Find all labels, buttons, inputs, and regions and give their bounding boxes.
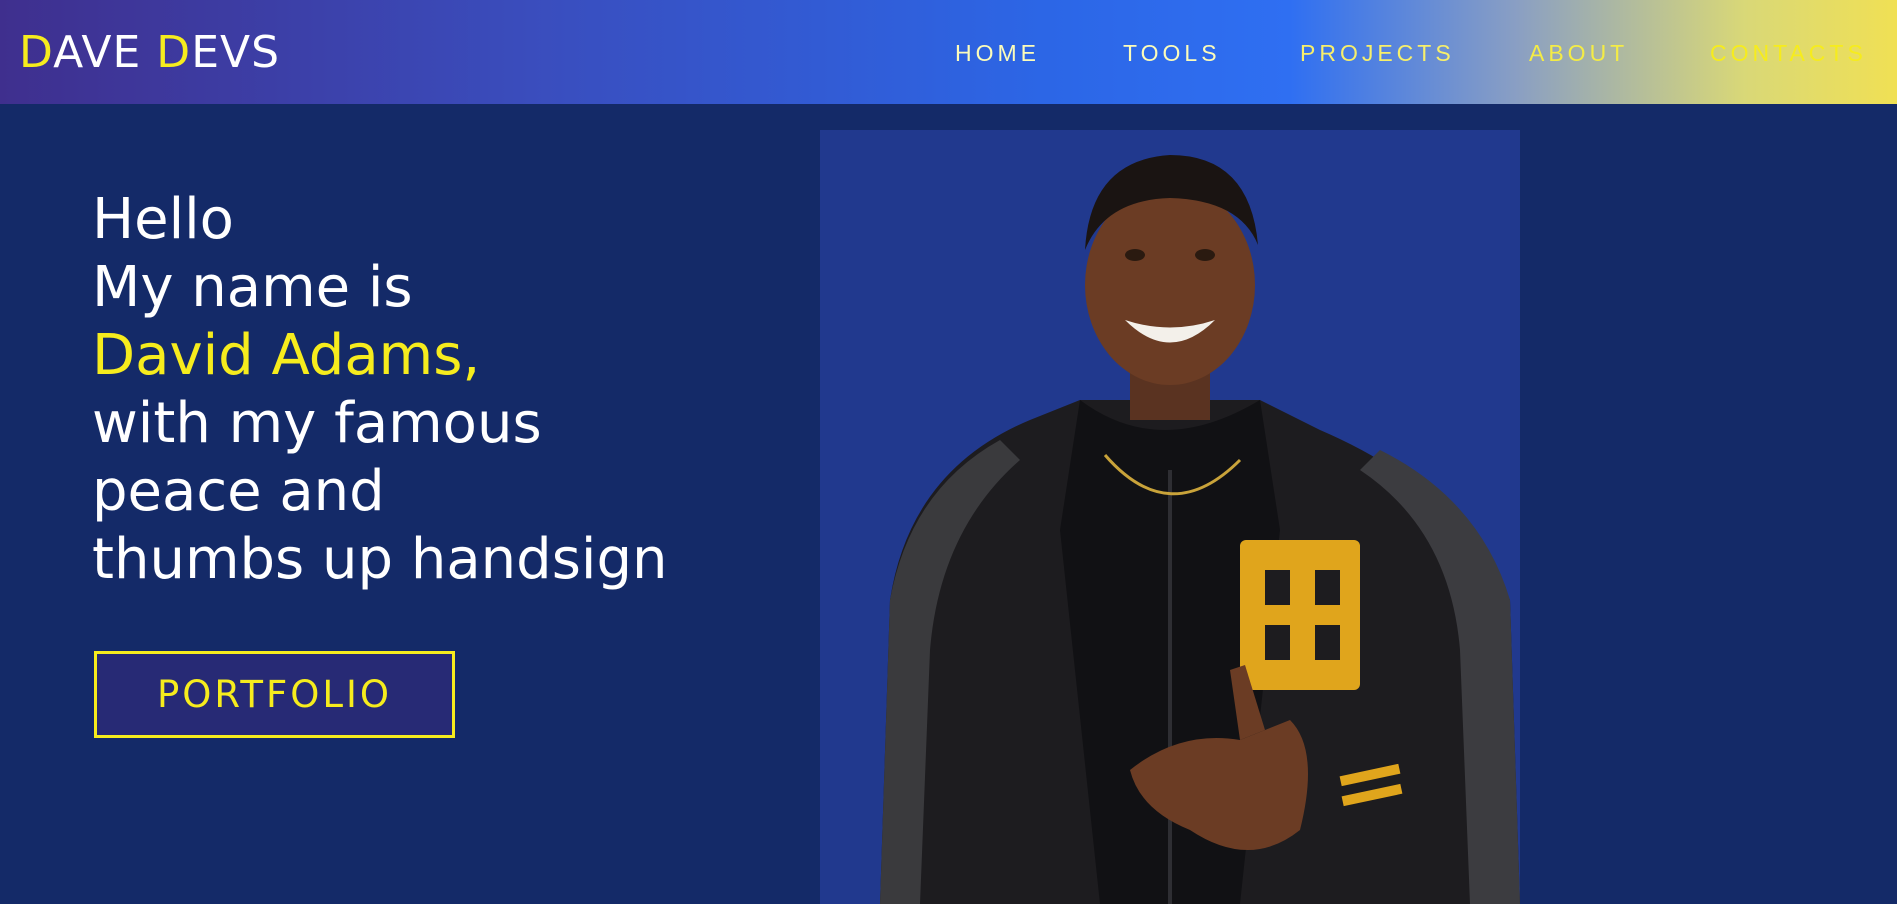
nav-contacts-link[interactable]: CONTACTS	[1710, 38, 1867, 68]
nav-projects-link[interactable]: PROJECTS	[1300, 38, 1455, 68]
hero-line-peace: peace and	[92, 459, 385, 524]
left-eye	[1125, 249, 1145, 261]
right-eye	[1195, 249, 1215, 261]
hero-intro: Hello My name is David Adams, with my fa…	[92, 186, 667, 594]
nav-tools-link[interactable]: TOOLS	[1123, 38, 1221, 68]
portrait-illustration	[880, 155, 1520, 904]
site-logo[interactable]: DAVE DEVS	[19, 26, 280, 80]
portfolio-button[interactable]: PORTFOLIO	[94, 651, 455, 738]
logo-text-evs: EVS	[191, 27, 281, 78]
hero-name-intro: My name is	[92, 255, 413, 320]
nav-home-link[interactable]: HOME	[955, 38, 1040, 68]
top-navbar: DAVE DEVS HOME TOOLS PROJECTS ABOUT CONT…	[0, 0, 1897, 104]
hero-line-famous: with my famous	[92, 391, 542, 456]
hero-name: David Adams,	[92, 323, 481, 388]
logo-initial-d: D	[19, 27, 54, 78]
logo-text-ave: AVE	[53, 27, 142, 78]
logo-initial-d2: D	[156, 27, 192, 78]
nav-about-link[interactable]: ABOUT	[1529, 38, 1628, 68]
h-patch	[1240, 540, 1360, 690]
hero-greeting: Hello	[92, 187, 234, 252]
profile-photo	[820, 130, 1520, 904]
hero-line-thumbs: thumbs up handsign	[92, 527, 668, 592]
